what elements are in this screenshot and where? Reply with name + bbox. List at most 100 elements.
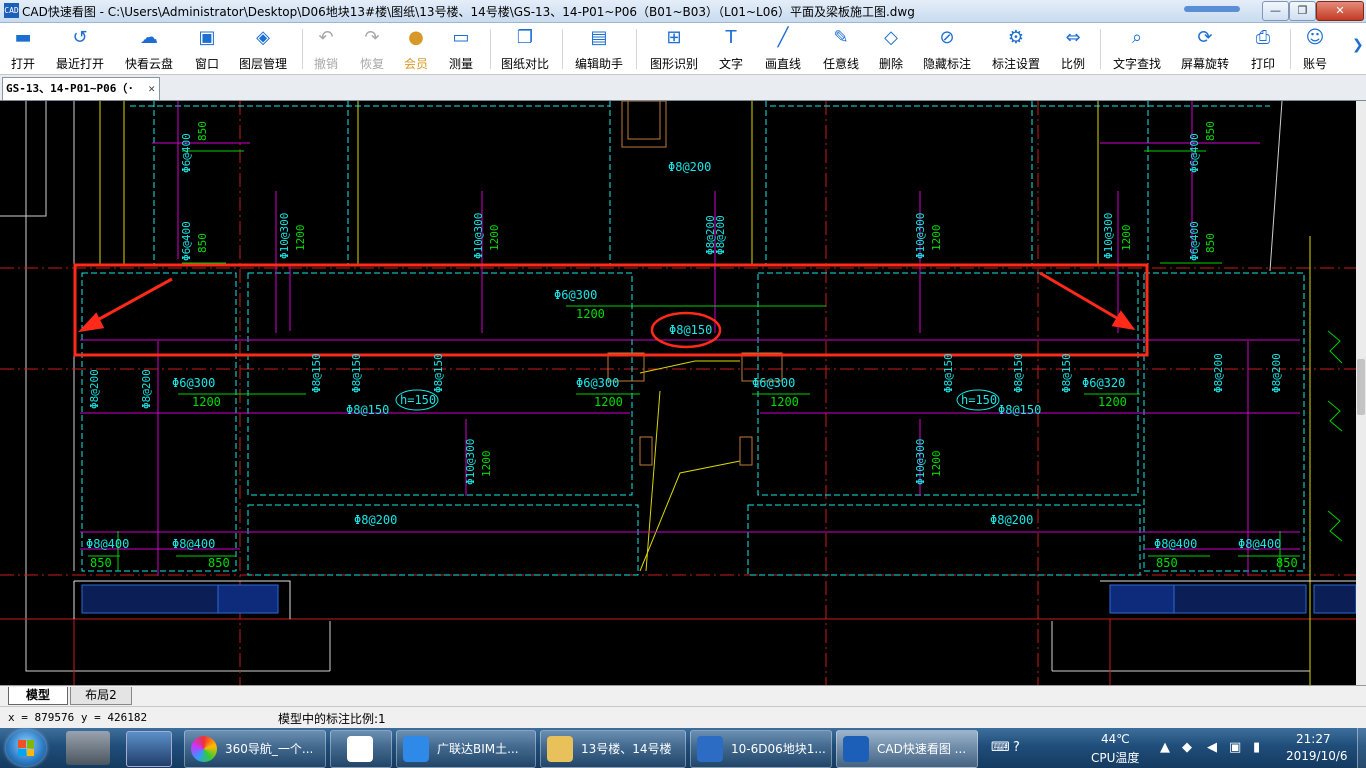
scale-button[interactable]: ⇔ 比例 xyxy=(1054,25,1092,72)
ruler-icon: ▭ xyxy=(452,27,470,48)
hide-annotation-button[interactable]: ⊘ 隐藏标注 xyxy=(918,25,976,72)
show-desktop-button[interactable] xyxy=(1357,728,1366,768)
system-tray: ⌨ ? 44℃ CPU温度 ▲ ◆ ◀ ▣ ▮ 21:27 2019/10/6 xyxy=(985,728,1366,768)
vertical-scrollbar[interactable] xyxy=(1356,101,1366,685)
vertical-rebar-label: Φ6@400 xyxy=(180,133,193,173)
vertical-dimension-label: 850 xyxy=(196,121,209,141)
document-app-icon xyxy=(697,736,723,762)
tab-model[interactable]: 模型 xyxy=(8,687,68,705)
volume-icon[interactable]: ◀ xyxy=(1207,740,1217,755)
printer-icon: ⎙ xyxy=(1255,27,1271,48)
clock-date[interactable]: 2019/10/6 xyxy=(1286,749,1348,763)
tray-expand-icon[interactable]: ▲ xyxy=(1160,740,1170,755)
taskbar-app-cad[interactable]: CAD快速看图 ... xyxy=(836,730,978,768)
opacity-slider[interactable] xyxy=(1184,6,1240,12)
vertical-rebar-label: Φ10@300 xyxy=(464,439,477,485)
pinned-app-icon[interactable] xyxy=(66,731,110,765)
annotation-settings-button[interactable]: ⚙ 标注设置 xyxy=(986,25,1046,72)
line-icon: ╱ xyxy=(777,27,789,48)
network-icon[interactable]: ▮ xyxy=(1253,740,1260,755)
layer-manager-button[interactable]: ◈ 图层管理 xyxy=(234,25,292,72)
vertical-dimension-label: 1200 xyxy=(294,225,307,252)
edit-assistant-button[interactable]: ▤ 编辑助手 xyxy=(570,25,628,72)
cpu-temperature-label: CPU温度 xyxy=(1091,751,1140,765)
text-button[interactable]: T 文字 xyxy=(712,25,750,72)
desktop-app-icon[interactable] xyxy=(126,731,172,767)
vertical-rebar-label: Φ6@400 xyxy=(1188,133,1201,173)
close-tab-icon[interactable]: ✕ xyxy=(148,78,155,100)
user-icon: ☺ xyxy=(1305,27,1325,48)
rebar-label: Φ8@400 xyxy=(86,537,129,551)
vertical-rebar-label: Φ8@150 xyxy=(1060,353,1073,393)
maximize-button[interactable]: ❐ xyxy=(1289,1,1316,21)
close-button[interactable]: ✕ xyxy=(1316,1,1364,21)
wall-columns xyxy=(607,101,783,466)
device-icon[interactable]: ▣ xyxy=(1229,740,1241,755)
text-search-icon: ⌕ xyxy=(1131,27,1143,48)
rebar-label: Φ6@300 xyxy=(172,376,215,390)
folder-open-icon: ▬ xyxy=(14,27,32,48)
windows-taskbar: 360导航_一个... 广联达BIM土... 13号楼、14号楼 10-6D06… xyxy=(0,728,1366,768)
taskbar-app-folder[interactable]: 13号楼、14号楼 xyxy=(540,730,686,768)
compare-icon: ❐ xyxy=(516,27,534,48)
tab-layout2[interactable]: 布局2 xyxy=(70,687,132,705)
taskbar-app-doc[interactable]: 10-6D06地块1... xyxy=(690,730,832,768)
help-icon[interactable]: ? xyxy=(1013,740,1020,755)
status-bar: x = 879576 y = 426182 模型中的标注比例:1 xyxy=(0,706,1366,729)
text-search-button[interactable]: ⌕ 文字查找 xyxy=(1108,25,1166,72)
measure-button[interactable]: ▭ 测量 xyxy=(442,25,480,72)
compare-drawings-button[interactable]: ❐ 图纸对比 xyxy=(496,25,554,72)
vertical-rebar-label: Φ8@200 xyxy=(1212,353,1225,393)
cloud-drive-button[interactable]: ☁ 快看云盘 xyxy=(120,25,178,72)
open-button[interactable]: ▬ 打开 xyxy=(4,25,42,72)
toolbar-divider xyxy=(636,29,637,69)
rebar-label: Φ8@400 xyxy=(1154,537,1197,551)
vertical-rebar-label: Φ6@400 xyxy=(180,221,193,261)
toolbar-divider xyxy=(1290,29,1291,69)
dimension-label: 850 xyxy=(1156,556,1178,570)
undo-button[interactable]: ↶ 撤销 xyxy=(308,25,344,72)
recent-open-button[interactable]: ↺ 最近打开 xyxy=(52,25,108,72)
toolbar-divider xyxy=(1100,29,1101,69)
layers-icon: ◈ xyxy=(256,27,270,48)
network-cube-icon[interactable]: ◆ xyxy=(1182,740,1192,755)
scrollbar-thumb[interactable] xyxy=(1357,359,1365,415)
vertical-rebar-label: Φ10@300 xyxy=(914,439,927,485)
taskbar-app-glodon[interactable]: 广联达BIM土... xyxy=(396,730,536,768)
shape-recognize-button[interactable]: ⊞ 图形识别 xyxy=(644,25,704,72)
print-button[interactable]: ⎙ 打印 xyxy=(1244,25,1282,72)
drawing-canvas[interactable]: Φ8@150 Φ8@200 Φ8@150 Φ8@150 Φ8@200 Φ8@20… xyxy=(0,101,1356,685)
toolbar-divider xyxy=(302,29,303,69)
vertical-rebar-label: Φ8@150 xyxy=(1012,353,1025,393)
screen-rotate-button[interactable]: ⟳ 屏幕旋转 xyxy=(1176,25,1234,72)
toolbar-divider xyxy=(490,29,491,69)
delete-button[interactable]: ◇ 删除 xyxy=(872,25,910,72)
document-tab[interactable]: GS-13、14-P01~P06（· ✕ xyxy=(2,77,160,100)
minimize-button[interactable]: — xyxy=(1262,1,1289,21)
window-icon: ▣ xyxy=(198,27,216,48)
slab-thickness-label: h=150 xyxy=(961,393,997,407)
markup-arrow-left xyxy=(77,277,173,333)
rebar-label: Φ8@200 xyxy=(668,160,711,174)
undo-icon: ↶ xyxy=(318,27,334,48)
draw-line-button[interactable]: ╱ 画直线 xyxy=(758,25,808,72)
dimension-label: 1200 xyxy=(594,395,623,409)
shape-recognize-icon: ⊞ xyxy=(666,27,682,48)
window-button[interactable]: ▣ 窗口 xyxy=(188,25,226,72)
cad-drawing: Φ8@150 Φ8@200 Φ8@150 Φ8@150 Φ8@200 Φ8@20… xyxy=(0,101,1356,685)
toolbar-more-icon[interactable]: ❯ xyxy=(1352,37,1364,53)
taskbar-app-baidu[interactable] xyxy=(330,730,392,768)
vip-icon: ● xyxy=(408,27,424,48)
document-tab-strip: GS-13、14-P01~P06（· ✕ xyxy=(0,75,1366,101)
freehand-line-button[interactable]: ✎ 任意线 xyxy=(816,25,866,72)
text-icon: T xyxy=(725,27,737,48)
start-button[interactable] xyxy=(6,730,46,766)
vertical-rebar-label: Φ8@150 xyxy=(310,353,323,393)
redo-button[interactable]: ↷ 恢复 xyxy=(354,25,390,72)
vip-button[interactable]: ● 会员 xyxy=(398,25,434,72)
account-button[interactable]: ☺ 账号 xyxy=(1296,25,1334,72)
clock-time[interactable]: 21:27 xyxy=(1296,732,1331,746)
keyboard-icon[interactable]: ⌨ xyxy=(991,740,1010,755)
vertical-rebar-label: Φ8@200 xyxy=(88,369,101,409)
taskbar-app-360[interactable]: 360导航_一个... xyxy=(184,730,326,768)
